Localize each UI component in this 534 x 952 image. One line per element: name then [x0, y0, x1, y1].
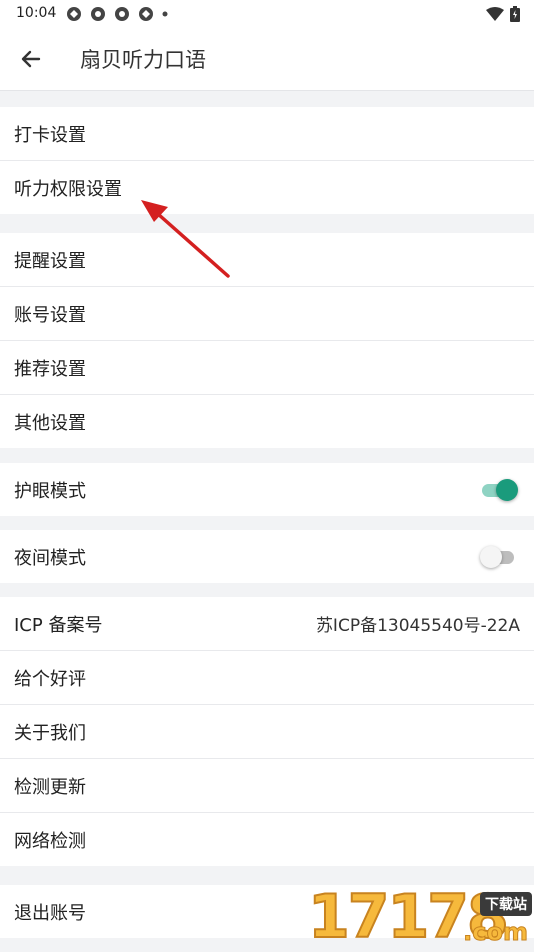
app-notification-icon [139, 7, 153, 21]
item-label: 提醒设置 [14, 250, 86, 272]
check-update-item[interactable]: 检测更新 [0, 759, 534, 813]
item-label: 推荐设置 [14, 358, 86, 380]
item-label: 网络检测 [14, 830, 86, 852]
back-button[interactable] [18, 46, 44, 72]
item-label: ICP 备案号 [14, 614, 103, 636]
network-check-item[interactable]: 网络检测 [0, 813, 534, 866]
watermark-badge: 下载站 [480, 892, 532, 916]
status-bar: 10:04 [0, 0, 534, 28]
page-title: 扇贝听力口语 [80, 48, 206, 72]
about-us-item[interactable]: 关于我们 [0, 705, 534, 759]
settings-group-about: ICP 备案号 苏ICP备13045540号-22A 给个好评 关于我们 检测更… [0, 597, 534, 866]
eye-care-mode-item: 护眼模式 [0, 463, 534, 516]
settings-group-checkin: 打卡设置 听力权限设置 [0, 107, 534, 214]
other-settings-item[interactable]: 其他设置 [0, 395, 534, 448]
night-mode-item: 夜间模式 [0, 530, 534, 583]
back-arrow-icon [21, 50, 41, 68]
item-label: 关于我们 [14, 722, 86, 744]
eye-care-mode-toggle[interactable] [480, 478, 518, 501]
app-notification-icon [67, 7, 81, 21]
rate-app-item[interactable]: 给个好评 [0, 651, 534, 705]
settings-group-general: 提醒设置 账号设置 推荐设置 其他设置 [0, 233, 534, 448]
notification-icons [66, 6, 168, 22]
app-notification-icon [115, 7, 129, 21]
item-label: 检测更新 [14, 776, 86, 798]
item-label: 退出账号 [14, 902, 86, 924]
icp-record-item: ICP 备案号 苏ICP备13045540号-22A [0, 597, 534, 651]
app-bar: 扇贝听力口语 [0, 28, 534, 91]
battery-icon [510, 6, 520, 22]
reminder-settings-item[interactable]: 提醒设置 [0, 233, 534, 287]
checkin-settings-item[interactable]: 打卡设置 [0, 107, 534, 161]
toggle-thumb [496, 478, 518, 501]
item-label: 打卡设置 [14, 124, 86, 146]
wifi-icon [486, 7, 504, 21]
app-notification-icon [91, 7, 105, 21]
recommendation-settings-item[interactable]: 推荐设置 [0, 341, 534, 395]
watermark: 17178 下载站 .com [307, 883, 534, 951]
watermark-suffix: .com [463, 918, 529, 947]
item-label: 护眼模式 [14, 480, 86, 502]
account-settings-item[interactable]: 账号设置 [0, 287, 534, 341]
night-mode-toggle[interactable] [480, 545, 518, 568]
icp-record-value: 苏ICP备13045540号-22A [315, 616, 520, 636]
item-label: 夜间模式 [14, 547, 86, 569]
system-icons [486, 6, 520, 22]
item-label: 给个好评 [14, 668, 86, 690]
settings-group-eye-care: 护眼模式 [0, 463, 534, 516]
more-notifications-dot-icon [162, 11, 168, 17]
item-label: 听力权限设置 [14, 178, 122, 200]
status-time: 10:04 [16, 5, 57, 21]
listening-permission-settings-item[interactable]: 听力权限设置 [0, 161, 534, 214]
toggle-thumb [480, 545, 502, 568]
item-label: 其他设置 [14, 412, 86, 434]
settings-group-night: 夜间模式 [0, 530, 534, 583]
item-label: 账号设置 [14, 304, 86, 326]
